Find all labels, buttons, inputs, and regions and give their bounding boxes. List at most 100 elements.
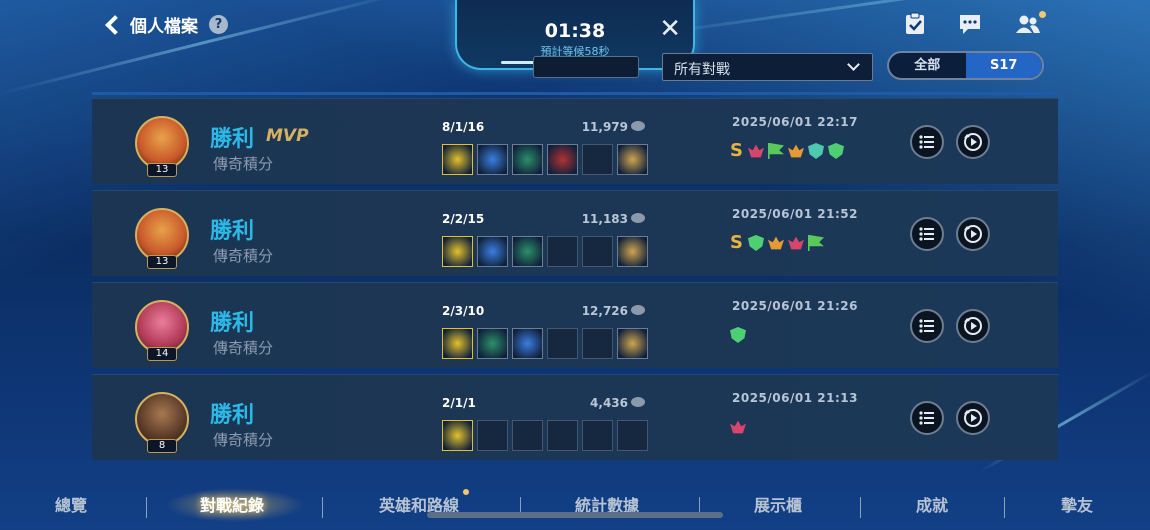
match-row[interactable]: 13 勝利 MVP 傳奇積分 8/1/16 11,979 2025/06/01 22:17 S [92,98,1058,184]
match-row[interactable]: 14 勝利 傳奇積分 2/3/10 12,726 2025/06/01 21:26 [92,282,1058,368]
item-icon[interactable] [442,420,473,451]
checklist-icon[interactable] [903,12,927,36]
item-icon[interactable] [477,236,508,267]
match-type-select[interactable]: 所有對戰 [662,53,873,81]
replay-icon [964,225,982,243]
flag-badge-icon [768,143,784,159]
close-icon[interactable]: ✕ [659,16,681,42]
filter-button[interactable] [533,56,639,78]
match-replay-button[interactable] [956,309,990,343]
match-date: 2025/06/01 [732,391,813,405]
shield-badge-icon [808,143,824,159]
item-icon[interactable] [442,328,473,359]
letter-s-badge-icon: S [730,232,743,253]
back-button[interactable]: 個人檔案 [104,12,198,37]
match-replay-button[interactable] [956,125,990,159]
flame-badge-icon [768,236,784,250]
match-mode: 傳奇積分 [213,247,274,265]
tab-overview[interactable]: 總覽 [55,492,87,516]
match-details-button[interactable] [910,309,944,343]
notification-dot [1039,11,1046,18]
tab-showcase[interactable]: 展示櫃 [754,492,802,516]
empty-item-slot [617,420,648,451]
page-title: 個人檔案 [130,17,198,37]
shield-plus-badge-icon [748,235,764,251]
flag-badge-icon [808,235,824,251]
match-details-button[interactable] [910,125,944,159]
shield-plus-badge-icon [828,143,844,159]
item-icon[interactable] [617,144,648,175]
tab-match-history[interactable]: 對戰紀錄 [200,492,264,516]
item-icon[interactable] [512,144,543,175]
list-icon [919,319,934,333]
match-time: 21:13 [817,391,858,405]
kda-value: 2/2/15 [442,212,485,226]
season-s17-option[interactable]: S17 [965,53,1042,78]
item-icon[interactable] [442,144,473,175]
nav-separator [1004,497,1005,518]
match-date: 2025/06/01 [732,115,813,129]
item-icon[interactable] [617,328,648,359]
friends-icon[interactable] [1015,12,1041,36]
light-streak [0,0,408,95]
nav-separator [322,497,323,518]
match-details-button[interactable] [910,401,944,435]
empty-item-slot [582,420,613,451]
item-icon[interactable] [617,236,648,267]
item-slots [442,236,648,267]
gold-value: 4,436 [590,396,628,410]
notification-dot [463,489,469,495]
select-value: 所有對戰 [674,62,730,78]
kda-value: 8/1/16 [442,120,485,134]
tab-best-friends[interactable]: 摯友 [1061,492,1093,516]
home-indicator [427,512,723,518]
empty-item-slot [512,420,543,451]
replay-icon [964,409,982,427]
tab-achievements[interactable]: 成就 [916,492,948,516]
replay-icon [964,133,982,151]
gold-coin-icon [631,121,645,131]
item-slots [442,144,648,175]
match-row[interactable]: 13 勝利 傳奇積分 2/2/15 11,183 2025/06/01 21:52 S [92,190,1058,276]
achievement-badges [730,419,746,435]
match-time: 22:17 [817,115,858,129]
item-icon[interactable] [477,328,508,359]
chat-icon[interactable] [958,12,982,36]
replay-icon [964,317,982,335]
item-slots [442,328,648,359]
list-icon [919,411,934,425]
match-replay-button[interactable] [956,217,990,251]
item-slots [442,420,648,451]
bottom-nav: 總覽 對戰紀錄 英雄和路線 統計數據 展示櫃 成就 摯友 [0,480,1150,530]
nav-separator [146,497,147,518]
season-all-option[interactable]: 全部 [889,53,966,78]
match-details-button[interactable] [910,217,944,251]
match-time: 21:26 [817,299,858,313]
empty-item-slot [547,328,578,359]
item-icon[interactable] [547,144,578,175]
hero-level-badge: 13 [147,255,177,269]
match-date: 2025/06/01 [732,207,813,221]
mvp-badge: MVP [266,126,309,146]
match-replay-button[interactable] [956,401,990,435]
empty-item-slot [582,236,613,267]
empty-item-slot [547,236,578,267]
queue-time: 01:38 [544,20,606,42]
gold-coin-icon [631,397,645,407]
item-icon[interactable] [512,236,543,267]
item-icon[interactable] [477,144,508,175]
empty-item-slot [477,420,508,451]
empty-item-slot [582,144,613,175]
match-row[interactable]: 8 勝利 傳奇積分 2/1/1 4,436 2025/06/01 21:13 [92,374,1058,460]
gold-value: 11,183 [581,212,628,226]
question-icon[interactable]: ? [209,15,228,34]
list-icon [919,227,934,241]
season-toggle[interactable]: 全部 S17 [887,51,1044,80]
hero-avatar [135,116,189,170]
letter-s-badge-icon: S [730,140,743,161]
item-icon[interactable] [442,236,473,267]
match-mode: 傳奇積分 [213,431,274,449]
hero-level-badge: 14 [147,347,177,361]
item-icon[interactable] [512,328,543,359]
hero-avatar [135,208,189,262]
